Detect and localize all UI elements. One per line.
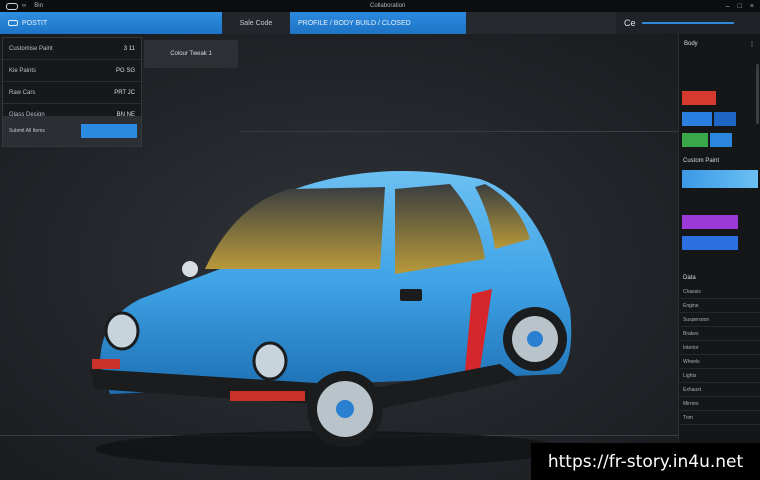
title-bar: ∞ Bin Collaboration – □ × bbox=[0, 0, 760, 12]
footer-label: Submit All Items bbox=[9, 128, 45, 134]
color-swatch[interactable] bbox=[682, 215, 738, 229]
swatch-section bbox=[679, 84, 760, 154]
window-controls: – □ × bbox=[726, 3, 754, 10]
app-window: ∞ Bin Collaboration – □ × POSTIT Sale Co… bbox=[0, 0, 760, 480]
scrollbar[interactable] bbox=[756, 64, 759, 124]
color-swatch[interactable] bbox=[682, 133, 708, 147]
detail-list: Chassis Engine Suspension Brakes Interio… bbox=[679, 285, 760, 425]
project-label: POSTIT bbox=[22, 19, 48, 27]
project-tab[interactable]: POSTIT bbox=[0, 12, 222, 34]
toolbar-spacer bbox=[466, 12, 616, 34]
color-swatch[interactable] bbox=[714, 112, 736, 126]
list-item[interactable]: Lights bbox=[679, 369, 760, 383]
list-item[interactable]: Customise Paint 3 11 bbox=[3, 38, 141, 60]
panel-title: Body bbox=[684, 41, 698, 47]
color-swatch[interactable] bbox=[682, 112, 712, 126]
secondary-swatches bbox=[679, 208, 760, 257]
color-swatch[interactable] bbox=[682, 236, 738, 250]
list-item[interactable]: Wheels bbox=[679, 355, 760, 369]
colour-tooltip: Colour Tweak 1 bbox=[144, 40, 238, 68]
option-label: Raw Cars bbox=[9, 89, 36, 96]
maximize-icon[interactable]: □ bbox=[738, 3, 742, 10]
list-item[interactable]: Trim bbox=[679, 411, 760, 425]
section-label: Sale Code bbox=[239, 19, 273, 27]
apply-button[interactable] bbox=[81, 124, 137, 138]
swatch-row bbox=[682, 234, 757, 252]
option-value: PG SG bbox=[115, 67, 135, 74]
app-logo-icon bbox=[6, 2, 18, 10]
paint-label: Custom Paint bbox=[683, 158, 720, 164]
list-item[interactable]: Engine bbox=[679, 299, 760, 313]
swatch-row bbox=[682, 131, 757, 149]
paint-options-panel: Customise Paint 3 11 Kie Paints PG SG Ra… bbox=[2, 37, 142, 147]
paint-gradient-section bbox=[679, 168, 760, 190]
close-icon[interactable]: × bbox=[750, 3, 754, 10]
option-value: PRT JC bbox=[114, 89, 135, 96]
zoom-label: Ce bbox=[624, 18, 636, 28]
window-title: Collaboration bbox=[370, 3, 406, 9]
option-label: Kie Paints bbox=[9, 67, 37, 74]
color-swatch[interactable] bbox=[710, 133, 732, 147]
horizon-line bbox=[240, 131, 678, 132]
panel-footer: Submit All Items bbox=[3, 116, 141, 146]
paint-gradient[interactable] bbox=[682, 170, 758, 188]
more-icon[interactable]: ⋮ bbox=[749, 41, 755, 48]
swatch-row bbox=[682, 110, 757, 128]
toolbar: POSTIT Sale Code PROFILE / BODY BUILD / … bbox=[0, 12, 760, 34]
zoom-slider[interactable] bbox=[641, 22, 734, 24]
option-label: Customise Paint bbox=[9, 45, 53, 52]
option-value: 3 11 bbox=[123, 45, 135, 52]
list-item[interactable]: Chassis bbox=[679, 285, 760, 299]
list-item[interactable]: Brakes bbox=[679, 327, 760, 341]
list-item[interactable]: Mirrors bbox=[679, 397, 760, 411]
mode-tab[interactable]: PROFILE / BODY BUILD / CLOSED bbox=[290, 12, 466, 34]
list-item[interactable]: Interior bbox=[679, 341, 760, 355]
glasses-icon: ∞ bbox=[22, 3, 27, 9]
zoom-control[interactable]: Ce bbox=[616, 12, 760, 34]
minimize-icon[interactable]: – bbox=[726, 3, 730, 10]
app-label: Bin bbox=[34, 3, 43, 9]
car-model[interactable] bbox=[80, 159, 580, 469]
list-item[interactable]: Suspension bbox=[679, 313, 760, 327]
watermark-url: https://fr-story.in4u.net bbox=[531, 443, 760, 480]
list-item[interactable]: Raw Cars PRT JC bbox=[3, 82, 141, 104]
swatch-row bbox=[682, 213, 757, 231]
details-label: Data bbox=[683, 275, 696, 281]
panel-header: Body ⋮ bbox=[679, 34, 760, 54]
properties-panel: Body ⋮ Custom Paint Data Chassis Engine … bbox=[678, 34, 760, 480]
list-item[interactable]: Exhaust bbox=[679, 383, 760, 397]
mode-label: PROFILE / BODY BUILD / CLOSED bbox=[298, 19, 411, 27]
list-item[interactable]: Kie Paints PG SG bbox=[3, 60, 141, 82]
color-swatch[interactable] bbox=[682, 91, 716, 105]
swatch-row bbox=[682, 89, 757, 107]
section-tab[interactable]: Sale Code bbox=[222, 12, 290, 34]
project-icon bbox=[8, 20, 18, 26]
